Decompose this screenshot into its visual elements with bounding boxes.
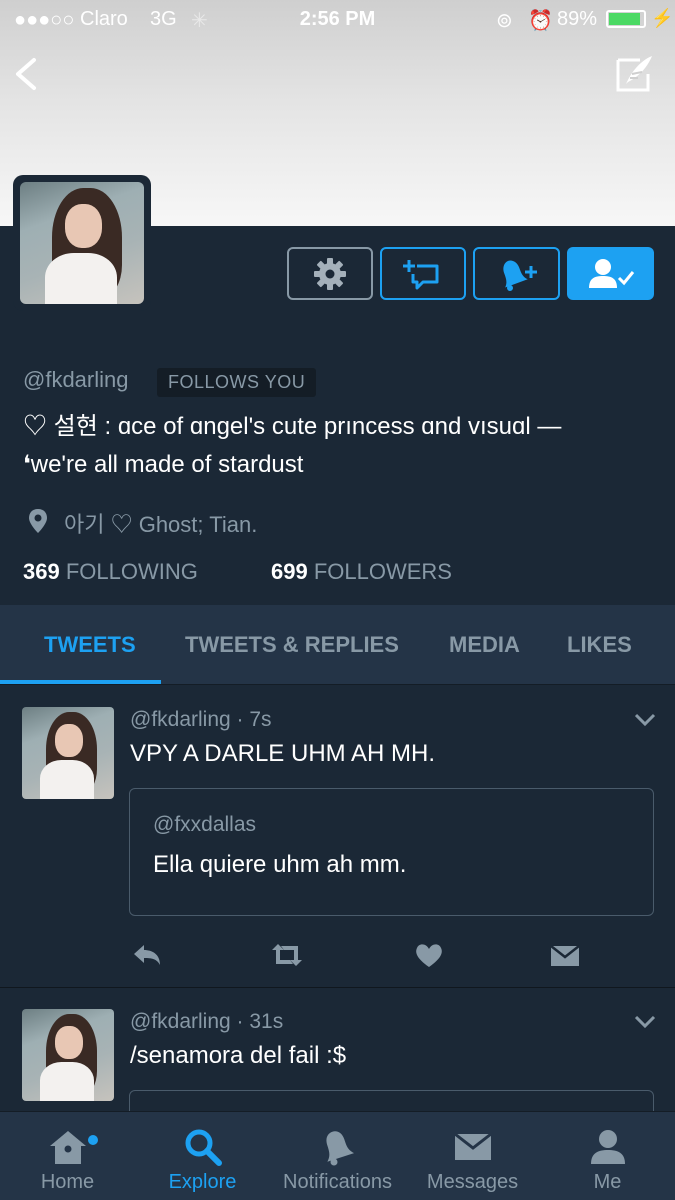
- followers-label: FOLLOWERS: [313, 559, 452, 584]
- reply-icon[interactable]: [130, 940, 164, 970]
- nav-home[interactable]: Home: [0, 1112, 135, 1200]
- back-arrow-icon[interactable]: [12, 56, 42, 92]
- compose-tweet-icon[interactable]: [612, 52, 656, 96]
- tweet-handle[interactable]: @fkdarling: [130, 1010, 231, 1033]
- unread-dot: [88, 1135, 98, 1145]
- battery-percent: 89%: [557, 8, 598, 30]
- tab-media[interactable]: MEDIA: [449, 605, 520, 685]
- nav-label: Explore: [168, 1171, 237, 1193]
- tweet-meta: @fkdarling · 7s: [130, 708, 272, 732]
- notifications-toggle-button[interactable]: [473, 247, 560, 300]
- chevron-down-icon[interactable]: [634, 1015, 656, 1029]
- battery-icon: [606, 10, 646, 28]
- charging-icon: ⚡: [651, 8, 674, 28]
- bell-plus-icon: [502, 260, 537, 291]
- profile-avatar[interactable]: [13, 175, 151, 311]
- tweet-avatar[interactable]: [22, 1009, 114, 1101]
- quoted-handle: @fxxdallas: [153, 813, 257, 836]
- message-plus-icon: [403, 259, 439, 289]
- nav-explore[interactable]: Explore: [135, 1112, 270, 1200]
- tweet-time: · 31s: [236, 1010, 284, 1033]
- alarm-icon: ⏰: [528, 10, 553, 32]
- direct-message-button[interactable]: [380, 247, 466, 300]
- nav-label: Me: [593, 1171, 622, 1193]
- following-count[interactable]: 369 FOLLOWING: [23, 559, 198, 585]
- person-check-icon: [588, 258, 634, 288]
- quoted-tweet[interactable]: @fxxdallas Ella quiere uhm ah mm.: [129, 788, 654, 916]
- nav-label: Notifications: [283, 1171, 392, 1193]
- search-icon: [185, 1129, 222, 1166]
- quoted-text: Ella quiere uhm ah mm.: [153, 851, 407, 878]
- bio-line-1: ♡ 설현 : ɑce of ɑngel's cute prıncess ɑnd …: [23, 413, 562, 440]
- following-number: 369: [23, 559, 60, 584]
- rotation-lock-icon: ⊚: [496, 10, 513, 32]
- profile-bio: ♡ 설현 : ɑce of ɑngel's cute prıncess ɑnd …: [23, 408, 653, 484]
- tab-likes[interactable]: LIKES: [567, 605, 632, 685]
- avatar-photo: [20, 182, 144, 304]
- bio-line-2: ❛we're all made of stardust: [23, 451, 304, 478]
- bottom-navigation: Home Explore Notifications Messages Me: [0, 1111, 675, 1200]
- tweet-meta: @fkdarling · 31s: [130, 1010, 283, 1034]
- tweet-avatar[interactable]: [22, 707, 114, 799]
- settings-button[interactable]: [287, 247, 373, 300]
- tab-tweets-and-replies[interactable]: TWEETS & REPLIES: [185, 605, 399, 685]
- nav-label: Home: [40, 1171, 95, 1193]
- nav-me[interactable]: Me: [540, 1112, 675, 1200]
- status-bar: ●●●○○ Claro 3G ✳ 2:56 PM ⊚ ⏰ 89% ⚡: [0, 0, 675, 38]
- direct-message-icon[interactable]: [548, 940, 582, 970]
- follows-you-badge: FOLLOWS YOU: [157, 368, 317, 397]
- tab-tweets[interactable]: TWEETS: [44, 605, 136, 685]
- retweet-icon[interactable]: [270, 940, 304, 970]
- tweet-text: /senamora del fail :$: [130, 1042, 347, 1069]
- nav-label: Messages: [426, 1171, 519, 1193]
- nav-notifications[interactable]: Notifications: [270, 1112, 405, 1200]
- gear-icon: [314, 257, 346, 290]
- location-pin-icon: [29, 509, 47, 533]
- heart-icon[interactable]: [412, 940, 446, 970]
- followers-number: 699: [271, 559, 308, 584]
- nav-messages[interactable]: Messages: [405, 1112, 540, 1200]
- bell-icon: [325, 1131, 354, 1166]
- person-icon: [590, 1130, 625, 1164]
- tweet-handle[interactable]: @fkdarling: [130, 708, 231, 731]
- profile-tabs: TWEETS TWEETS & REPLIES MEDIA LIKES: [0, 605, 675, 685]
- active-tab-indicator: [0, 680, 161, 684]
- profile-location: 아기 ♡ Ghost; Tian.: [64, 512, 258, 537]
- following-button[interactable]: [567, 247, 654, 300]
- tweet-time: · 7s: [236, 708, 272, 731]
- followers-count[interactable]: 699 FOLLOWERS: [271, 559, 452, 585]
- tweet-text: VPY A DARLE UHM AH MH.: [130, 740, 435, 767]
- envelope-icon: [453, 1132, 492, 1160]
- battery-fill: [609, 13, 640, 25]
- profile-handle: @fkdarling: [23, 367, 129, 392]
- following-label: FOLLOWING: [65, 559, 198, 584]
- home-icon: [49, 1131, 86, 1164]
- tweet-divider: [0, 987, 675, 988]
- chevron-down-icon[interactable]: [634, 713, 656, 727]
